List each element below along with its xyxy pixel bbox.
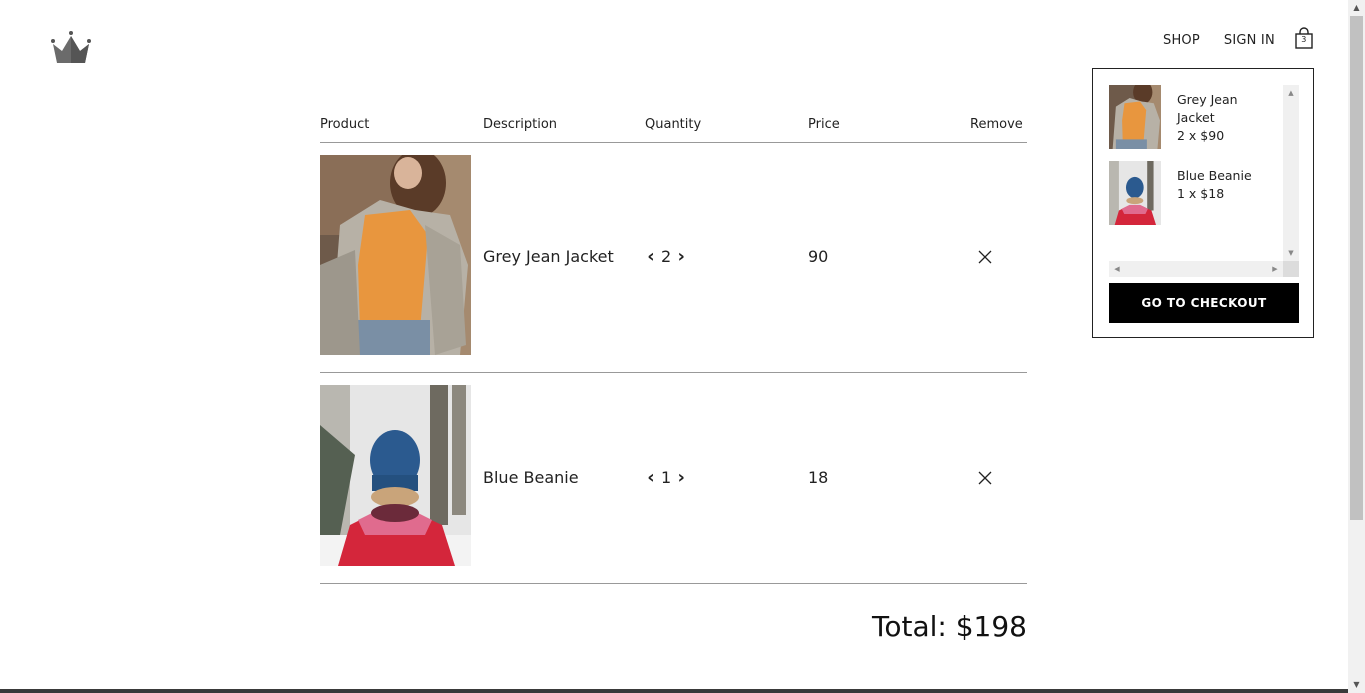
scrollbar-corner	[1283, 261, 1299, 277]
mini-item-summary: 1 x $18	[1177, 186, 1225, 201]
table-row: Grey Jean Jacket ‹ 2 › 90	[320, 143, 1027, 373]
dropdown-horizontal-scrollbar[interactable]: ◀ ▶	[1109, 261, 1283, 277]
cart-dropdown: Grey Jean Jacket 2 x $90 Blue Beanie 1 x…	[1092, 68, 1314, 338]
top-nav: SHOP SIGN IN 3	[1163, 27, 1315, 49]
chevron-left-icon[interactable]: ‹	[645, 468, 657, 487]
header-description: Description	[483, 117, 558, 132]
item-description: Grey Jean Jacket	[483, 247, 614, 266]
scroll-down-icon[interactable]: ▼	[1283, 245, 1299, 261]
chevron-right-icon[interactable]: ›	[675, 468, 687, 487]
scroll-up-icon[interactable]: ▲	[1348, 0, 1365, 16]
table-header: Product Description Quantity Price Remov…	[320, 116, 1027, 143]
scroll-up-icon[interactable]: ▲	[1283, 85, 1299, 101]
mini-item-summary: 2 x $90	[1177, 128, 1225, 143]
header-remove: Remove	[970, 117, 1023, 132]
quantity-stepper: ‹ 2 ›	[645, 247, 687, 266]
shopping-bag-icon[interactable]: 3	[1295, 27, 1315, 49]
taskbar-edge	[0, 689, 1348, 693]
close-icon[interactable]	[978, 468, 994, 486]
page-scrollbar[interactable]: ▲ ▼	[1348, 0, 1365, 693]
mini-item-name: Grey Jean Jacket	[1177, 92, 1238, 125]
header-price: Price	[808, 117, 840, 132]
grey-jean-jacket-thumbnail	[1109, 85, 1161, 149]
blue-beanie-thumbnail	[1109, 161, 1161, 225]
header-quantity: Quantity	[645, 117, 702, 132]
chevron-left-icon[interactable]: ‹	[645, 247, 657, 266]
item-description: Blue Beanie	[483, 468, 579, 487]
dropdown-vertical-scrollbar[interactable]: ▲ ▼	[1283, 85, 1299, 261]
mini-item-info: Grey Jean Jacket 2 x $90	[1177, 91, 1277, 145]
scroll-right-icon[interactable]: ▶	[1267, 261, 1283, 277]
mini-item-name: Blue Beanie	[1177, 168, 1252, 183]
checkout-page: SHOP SIGN IN 3 Product Description Quant…	[0, 0, 1365, 693]
close-icon[interactable]	[978, 247, 994, 265]
quantity-stepper: ‹ 1 ›	[645, 468, 687, 487]
nav-signin-link[interactable]: SIGN IN	[1224, 33, 1275, 48]
header-product: Product	[320, 117, 370, 132]
scroll-down-icon[interactable]: ▼	[1348, 677, 1365, 693]
scrollbar-thumb[interactable]	[1350, 16, 1363, 520]
quantity-value: 1	[661, 468, 672, 487]
scroll-left-icon[interactable]: ◀	[1109, 261, 1125, 277]
crown-icon[interactable]	[50, 30, 92, 64]
cart-total: Total: $198	[872, 610, 1027, 643]
chevron-right-icon[interactable]: ›	[675, 247, 687, 266]
item-price: 18	[808, 468, 829, 487]
item-price: 90	[808, 247, 829, 266]
go-to-checkout-button[interactable]: GO TO CHECKOUT	[1109, 283, 1299, 323]
nav-shop-link[interactable]: SHOP	[1163, 33, 1200, 48]
quantity-value: 2	[661, 247, 672, 266]
blue-beanie-photo	[320, 385, 471, 566]
table-row: Blue Beanie ‹ 1 › 18	[320, 373, 1027, 584]
mini-item-info: Blue Beanie 1 x $18	[1177, 167, 1277, 203]
cart-dropdown-list[interactable]: Grey Jean Jacket 2 x $90 Blue Beanie 1 x…	[1109, 85, 1283, 261]
cart-count-badge: 3	[1301, 35, 1307, 44]
grey-jean-jacket-photo	[320, 155, 471, 355]
